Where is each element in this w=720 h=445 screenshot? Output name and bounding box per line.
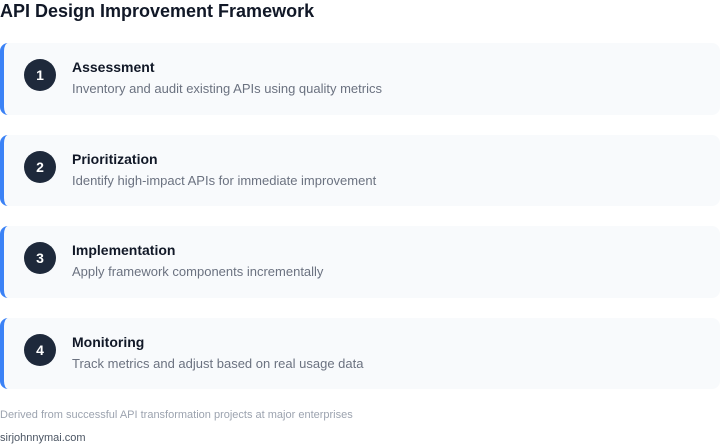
step-title: Monitoring [72,334,145,350]
step-title: Assessment [72,59,155,75]
step-description: Track metrics and adjust based on real u… [72,356,364,371]
page-title: API Design Improvement Framework [0,1,315,21]
step-number-badge: 2 [24,151,56,183]
page: API Design Improvement Framework 1 Asses… [0,0,720,445]
footnote: Derived from successful API transformati… [0,409,353,421]
step-card: 3 Implementation Apply framework compone… [0,226,720,298]
source-credit: sirjohnnymai.com [0,432,86,444]
step-list: 1 Assessment Inventory and audit existin… [0,43,720,409]
step-card: 1 Assessment Inventory and audit existin… [0,43,720,115]
step-title: Prioritization [72,151,158,167]
step-number-badge: 4 [24,334,56,366]
step-number-badge: 3 [24,242,56,274]
step-card: 4 Monitoring Track metrics and adjust ba… [0,318,720,389]
step-description: Inventory and audit existing APIs using … [72,81,382,96]
step-description: Identify high-impact APIs for immediate … [72,173,377,188]
step-card: 2 Prioritization Identify high-impact AP… [0,135,720,206]
step-title: Implementation [72,242,176,258]
step-description: Apply framework components incrementally [72,264,324,279]
step-number-badge: 1 [24,59,56,91]
